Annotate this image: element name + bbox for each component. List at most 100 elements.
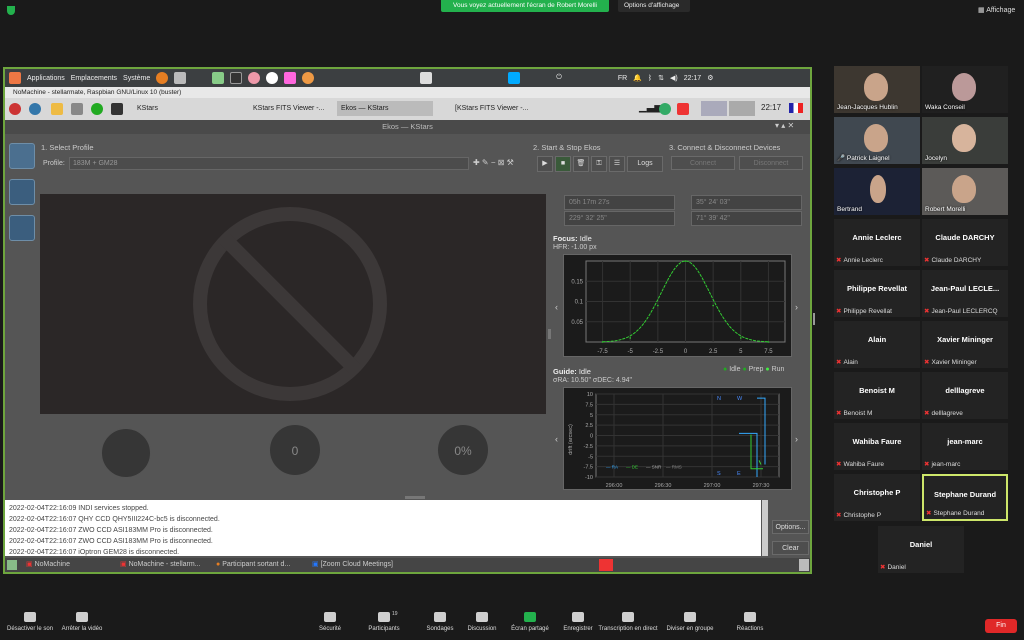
volume-icon[interactable]: ◀) xyxy=(670,74,678,82)
participant-tile[interactable]: Xavier Mininger ✖ Xavier Mininger xyxy=(922,321,1008,368)
guide-next-arrow[interactable]: › xyxy=(795,434,798,444)
participant-name: Alain xyxy=(867,335,887,344)
end-meeting-button[interactable]: Fin xyxy=(985,619,1017,633)
trash-tray-icon[interactable] xyxy=(799,559,809,571)
task-zoom[interactable]: ▣ [Zoom Cloud Meetings] xyxy=(309,559,405,571)
folder-icon[interactable] xyxy=(51,103,63,115)
toolbar-participants-button[interactable]: Participants xyxy=(354,612,414,632)
app-icon[interactable] xyxy=(91,103,103,115)
app-icon[interactable] xyxy=(659,103,671,115)
show-desktop-icon[interactable] xyxy=(7,560,17,570)
toolbar-video-button[interactable]: Arrêter la vidéo xyxy=(52,612,112,632)
participant-tile[interactable]: Philippe Revellat ✖ Philippe Revellat xyxy=(834,270,920,317)
participant-tile[interactable]: Daniel ✖ Daniel xyxy=(878,526,964,573)
disconnect-button[interactable]: Disconnect xyxy=(739,156,803,170)
participant-tile[interactable]: Christophe P ✖ Christophe P xyxy=(834,474,920,521)
app4-icon[interactable] xyxy=(284,72,297,84)
toolbar-mic-button[interactable]: Désactiver le son xyxy=(0,612,60,632)
connect-button[interactable]: Connect xyxy=(671,156,735,170)
toolbar-breakout-button[interactable]: Diviser en groupe xyxy=(660,612,720,632)
analyze-icon[interactable] xyxy=(9,215,35,241)
debian-icon[interactable] xyxy=(9,72,21,84)
y-tick-label: -5 xyxy=(588,454,593,460)
video-tile[interactable]: Jean-Jacques Hublin xyxy=(834,66,920,113)
toolbar-reaction-button[interactable]: Réactions xyxy=(720,612,780,632)
task-participant[interactable]: ● Participant sortant d... xyxy=(213,559,305,571)
app5-icon[interactable] xyxy=(302,72,315,84)
participant-tile[interactable]: delllagreve ✖ delllagreve xyxy=(922,372,1008,419)
participant-tile[interactable]: Stephane Durand ✖ Stephane Durand xyxy=(922,474,1008,521)
app2-icon[interactable] xyxy=(248,72,261,84)
menu-applications[interactable]: Applications xyxy=(27,75,65,82)
window-controls[interactable]: ▾ ▴ ✕ xyxy=(775,121,794,130)
focus-next-arrow[interactable]: › xyxy=(795,302,798,312)
setup-tools-icon[interactable] xyxy=(9,143,35,169)
thumb[interactable] xyxy=(701,101,727,116)
view-options-dropdown[interactable]: Options d'affichage xyxy=(618,0,690,12)
nomachine-tray-icon[interactable] xyxy=(599,559,613,571)
focus-prev-arrow[interactable]: ‹ xyxy=(555,302,558,312)
menu-places[interactable]: Emplacements xyxy=(71,75,117,82)
settings-icon[interactable]: ⚙ xyxy=(707,74,713,82)
video-tile[interactable]: Waka Conseil xyxy=(922,66,1008,113)
scheduler-icon[interactable] xyxy=(9,179,35,205)
menu-system[interactable]: Système xyxy=(123,75,150,82)
profile-tools[interactable]: ✚ ✎ − ⊠ ⚒ xyxy=(473,158,514,167)
video-tile[interactable]: Bertrand xyxy=(834,168,920,215)
guide-prev-arrow[interactable]: ‹ xyxy=(555,434,558,444)
video-tile[interactable]: Jocelyn xyxy=(922,117,1008,164)
toolbar-cc-button[interactable]: Transcription en direct xyxy=(598,612,658,632)
panel-resize-handle[interactable] xyxy=(813,313,815,325)
thumb2[interactable] xyxy=(729,101,755,116)
terminal-icon[interactable] xyxy=(230,72,243,84)
app-icon[interactable] xyxy=(212,72,225,84)
profile-select[interactable]: 183M + GM28 xyxy=(69,157,469,170)
config-button[interactable]: ☰ xyxy=(609,156,625,172)
task-fits-viewer-2[interactable]: [KStars FITS Viewer -... xyxy=(451,101,537,116)
log-scrollbar[interactable] xyxy=(762,500,768,556)
muted-mic-icon: ✖ xyxy=(924,308,930,315)
lang-indicator[interactable]: FR xyxy=(618,75,627,82)
log-options-button[interactable]: Options... xyxy=(772,520,809,534)
participant-tile[interactable]: jean-marc ✖ jean-marc xyxy=(922,423,1008,470)
participant-tile[interactable]: Jean-Paul LECLE... ✖ Jean-Paul LECLERCQ xyxy=(922,270,1008,317)
network-icon[interactable]: ⇅ xyxy=(658,74,664,82)
debian-icon[interactable] xyxy=(9,103,21,115)
participant-tile[interactable]: Annie Leclerc ✖ Annie Leclerc xyxy=(834,219,920,266)
window-icon[interactable] xyxy=(420,72,433,84)
app3-icon[interactable] xyxy=(266,72,279,84)
nomachine-icon[interactable] xyxy=(677,103,689,115)
firefox-icon[interactable] xyxy=(156,72,169,84)
task-nomachine-stellarmate[interactable]: ▣ NoMachine - stellarm... xyxy=(117,559,209,571)
task-fits-viewer[interactable]: KStars FITS Viewer -... xyxy=(249,101,335,116)
bell-icon[interactable]: 🔔 xyxy=(633,74,642,82)
task-ekos[interactable]: Ekos — KStars xyxy=(337,101,433,116)
video-tile[interactable]: Robert Morelli xyxy=(922,168,1008,215)
participant-tile[interactable]: Benoist M ✖ Benoist M xyxy=(834,372,920,419)
toolbar-shield-button[interactable]: Sécurité xyxy=(300,612,360,632)
bluetooth-icon[interactable]: ᛒ xyxy=(648,75,652,82)
splitter-handle[interactable] xyxy=(405,496,425,499)
video-tile[interactable]: 🎤 Patrick Laignel xyxy=(834,117,920,164)
participant-tile[interactable]: Claude DARCHY ✖ Claude DARCHY xyxy=(922,219,1008,266)
splitter-handle-v[interactable] xyxy=(548,329,551,339)
view-button[interactable]: ▦ Affichage xyxy=(978,6,1015,14)
stop-button[interactable]: ■ xyxy=(555,156,571,172)
lock-button[interactable]: ⚿ xyxy=(591,156,607,172)
participant-tile[interactable]: Wahiba Faure ✖ Wahiba Faure xyxy=(834,423,920,470)
camera-icon[interactable] xyxy=(174,72,187,84)
task-kstars[interactable]: KStars xyxy=(133,101,243,116)
task-nomachine[interactable]: ▣ NoMachine xyxy=(23,559,113,571)
start-button[interactable]: ▶ xyxy=(537,156,553,172)
french-flag-icon[interactable] xyxy=(789,103,803,113)
participant-tile[interactable]: Alain ✖ Alain xyxy=(834,321,920,368)
log-clear-button[interactable]: Clear xyxy=(772,541,809,555)
x-tick-label: -5 xyxy=(628,349,634,355)
guide-rms: σRA: 10.50" σDEC: 4.94" xyxy=(553,377,632,384)
telescope-icon[interactable] xyxy=(71,103,83,115)
logs-button[interactable]: Logs xyxy=(627,156,663,172)
power-icon[interactable]: ⏻ xyxy=(556,74,562,82)
globe-icon[interactable] xyxy=(29,103,41,115)
trash-button[interactable]: 🗑 xyxy=(573,156,589,172)
terminal-icon[interactable] xyxy=(111,103,123,115)
